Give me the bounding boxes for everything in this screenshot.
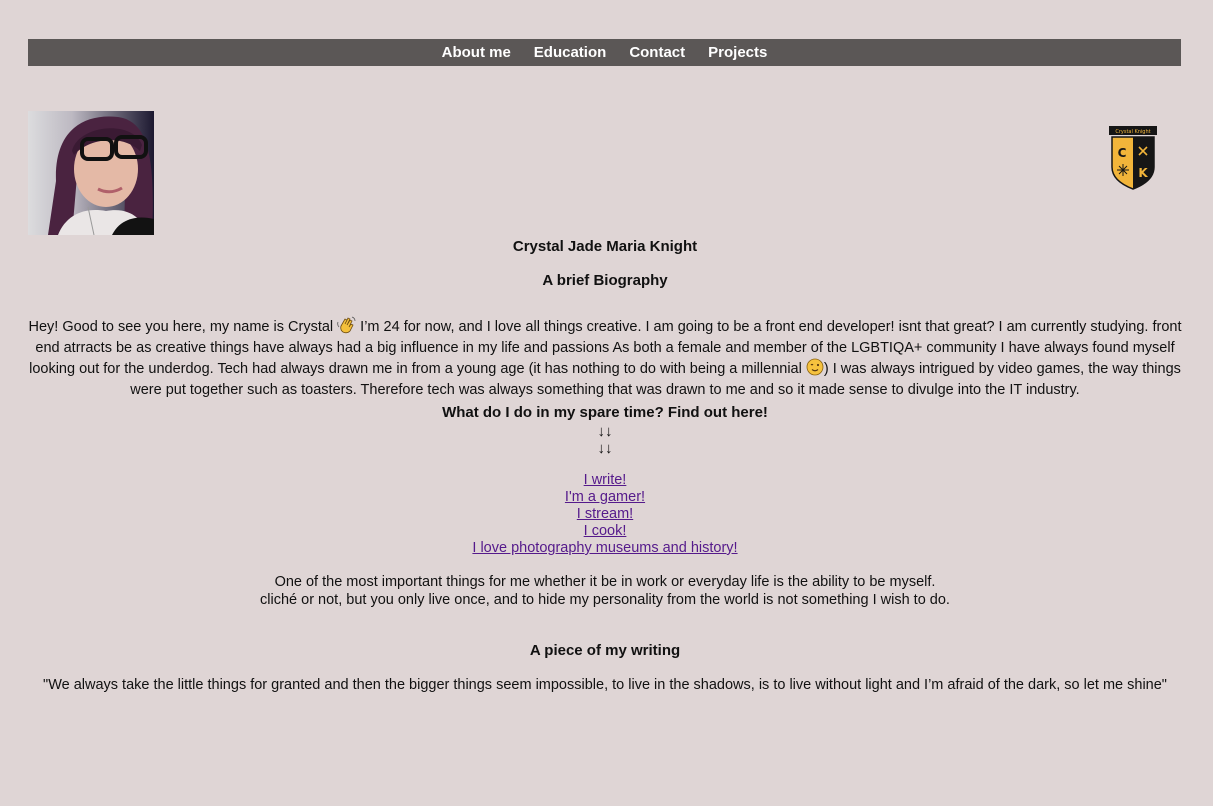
down-arrow-icon: ↓↓ bbox=[597, 423, 613, 440]
bio-text-1: Hey! Good to see you here, my name is Cr… bbox=[28, 319, 338, 335]
link-cook[interactable]: I cook! bbox=[584, 523, 627, 539]
bio-paragraph: Hey! Good to see you here, my name is Cr… bbox=[20, 316, 1190, 399]
nav-projects[interactable]: Projects bbox=[708, 44, 767, 61]
writing-quote: "We always take the little things for gr… bbox=[43, 677, 1167, 693]
nav-contact[interactable]: Contact bbox=[629, 44, 685, 61]
link-gamer[interactable]: I'm a gamer! bbox=[565, 489, 645, 505]
page-title: Crystal Jade Maria Knight bbox=[512, 238, 698, 255]
down-arrow-icon: ↓↓ bbox=[597, 440, 613, 457]
hobby-links: I write! I'm a gamer! I stream! I cook! … bbox=[20, 472, 1190, 557]
down-arrows: ↓↓ ↓↓ bbox=[20, 423, 1190, 457]
logo-letter-c: C bbox=[1118, 146, 1127, 160]
spare-time-heading: What do I do in my spare time? Find out … bbox=[442, 404, 768, 421]
bio-heading: A brief Biography bbox=[542, 272, 668, 289]
identity-paragraph: One of the most important things for me … bbox=[20, 574, 1190, 609]
link-photography[interactable]: I love photography museums and history! bbox=[472, 540, 737, 556]
crystal-knight-logo: Crystal Knight C K bbox=[1107, 125, 1159, 191]
nav-education[interactable]: Education bbox=[534, 44, 607, 61]
link-i-write[interactable]: I write! bbox=[584, 472, 627, 488]
identity-line-2: cliché or not, but you only live once, a… bbox=[260, 591, 950, 608]
main-nav: About me Education Contact Projects bbox=[28, 39, 1181, 66]
logo-letter-k: K bbox=[1138, 166, 1148, 180]
waving-hand-icon bbox=[337, 316, 356, 339]
winking-face-icon bbox=[806, 358, 824, 381]
nav-about-me[interactable]: About me bbox=[442, 44, 511, 61]
link-stream[interactable]: I stream! bbox=[577, 506, 633, 522]
profile-photo bbox=[28, 111, 154, 235]
writing-heading: A piece of my writing bbox=[529, 642, 681, 659]
identity-line-1: One of the most important things for me … bbox=[274, 574, 936, 590]
logo-banner-text: Crystal Knight bbox=[1115, 129, 1150, 135]
